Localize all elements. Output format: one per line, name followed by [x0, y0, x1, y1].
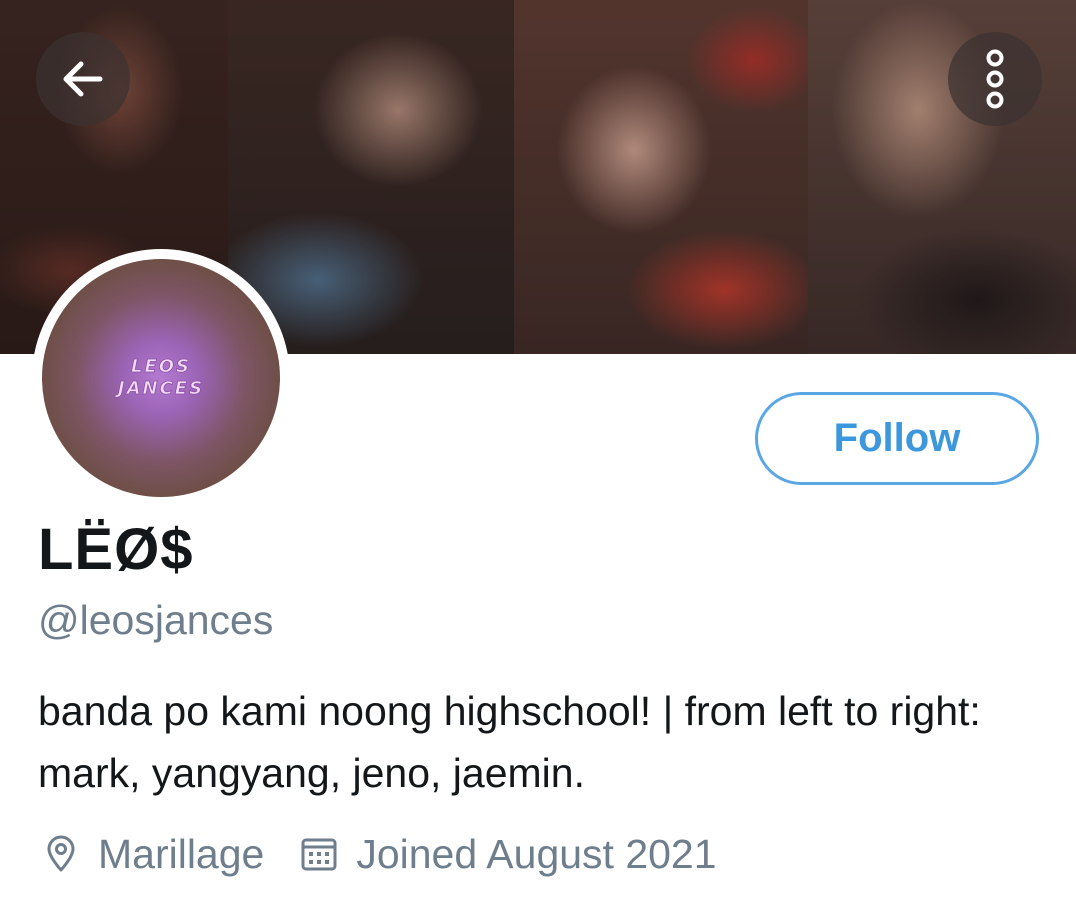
location-item: Marillage — [42, 831, 264, 878]
profile-bio: banda po kami noong highschool! | from l… — [38, 688, 981, 796]
follow-button[interactable]: Follow — [755, 392, 1039, 485]
banner-photo-2 — [228, 0, 514, 354]
display-name: LËØ$ — [38, 517, 194, 582]
joined-date-text: Joined August 2021 — [356, 830, 717, 877]
avatar-logo: LEOS JANCES — [115, 356, 204, 400]
more-vertical-icon — [986, 49, 1004, 109]
more-options-button[interactable] — [948, 32, 1042, 126]
back-button[interactable] — [36, 32, 130, 126]
avatar[interactable]: LEOS JANCES — [42, 259, 280, 497]
banner-photo-3 — [514, 0, 808, 354]
location-text: Marillage — [98, 830, 265, 877]
joined-item: Joined August 2021 — [300, 830, 717, 878]
username-handle: @leosjances — [38, 597, 274, 643]
calendar-icon — [301, 838, 337, 871]
profile-meta: Marillage Joined August 2021 — [42, 826, 717, 882]
avatar-logo-line1: LEOS — [131, 356, 191, 377]
banner-photo-4 — [808, 0, 1076, 354]
location-pin-icon — [47, 835, 75, 872]
avatar-logo-line2: JANCES — [115, 378, 204, 399]
arrow-left-icon — [63, 61, 103, 97]
